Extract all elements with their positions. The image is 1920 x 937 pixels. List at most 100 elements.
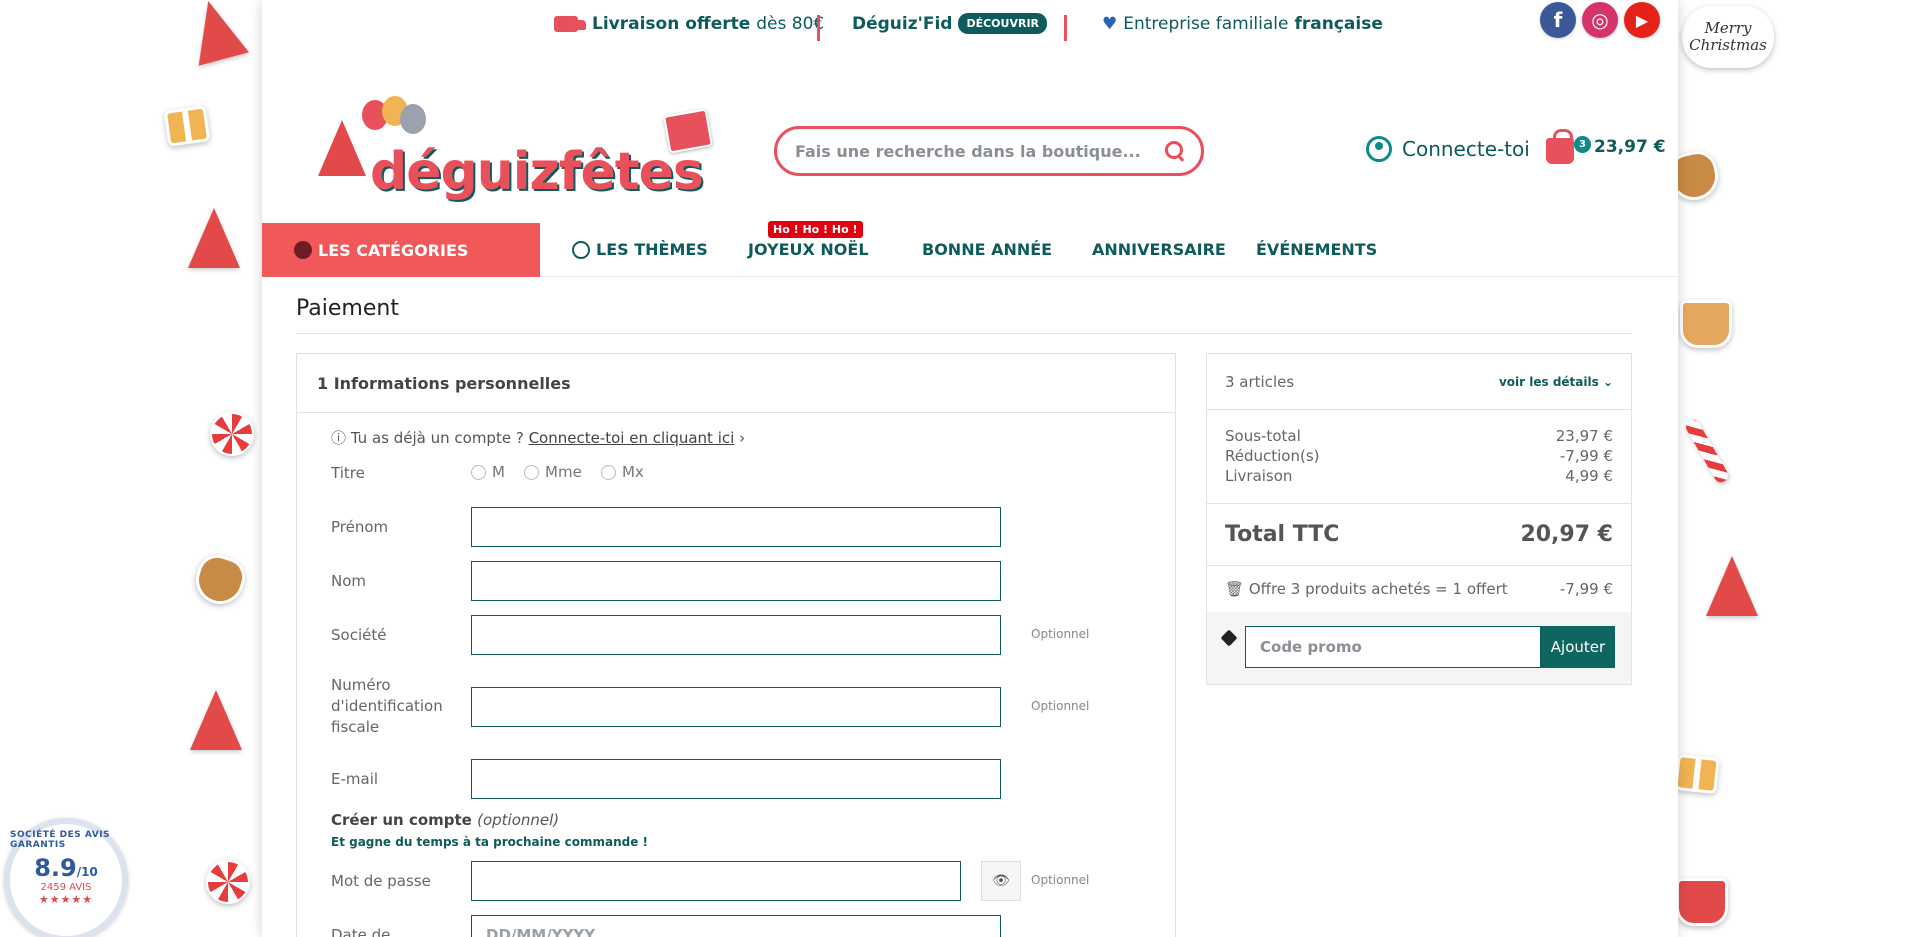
nav-item-christmas[interactable]: JOYEUX NOËL bbox=[748, 240, 869, 259]
promo-code-input[interactable] bbox=[1246, 627, 1540, 667]
summary-offer: 🗑 Offre 3 produits achetés = 1 offert -7… bbox=[1207, 566, 1631, 612]
order-summary: 3 articles voir les détails ⌄ Sous-total… bbox=[1206, 353, 1632, 685]
nav-label: JOYEUX NOËL bbox=[748, 240, 869, 259]
logo-text: déguizfêtes bbox=[370, 142, 704, 202]
gnome-sticker bbox=[188, 208, 240, 268]
tax-id-input[interactable] bbox=[472, 688, 1000, 726]
merry-christmas-sticker: Merry Christmas bbox=[1682, 6, 1774, 68]
password-input[interactable] bbox=[472, 862, 960, 900]
add-promo-button[interactable]: Ajouter bbox=[1541, 626, 1615, 668]
login-link[interactable]: Connecte-toi bbox=[1366, 136, 1530, 162]
tax-id-field[interactable] bbox=[471, 687, 1001, 727]
heart-icon: ♥ bbox=[1102, 14, 1118, 34]
title-row: Titre M Mme Mx bbox=[331, 463, 1151, 487]
family-bold: française bbox=[1294, 14, 1383, 34]
radio-label: Mx bbox=[621, 463, 644, 481]
cart-button[interactable]: 3 23,97 € bbox=[1546, 129, 1666, 164]
chevron-right-icon: › bbox=[739, 429, 746, 447]
password-row: Mot de passe 👁 Optionnel bbox=[331, 861, 1151, 901]
summary-articles: 3 articles voir les détails ⌄ bbox=[1207, 354, 1631, 410]
password-field[interactable] bbox=[471, 861, 961, 901]
site-logo[interactable]: déguizfêtes bbox=[310, 96, 716, 206]
trash-icon[interactable]: 🗑 bbox=[1225, 580, 1244, 598]
title-radio-m[interactable]: M bbox=[471, 463, 505, 481]
title-radio-mx[interactable]: Mx bbox=[600, 463, 644, 481]
candy-cane-sticker bbox=[1683, 417, 1731, 485]
offer-line: 🗑 Offre 3 produits achetés = 1 offert -7… bbox=[1225, 579, 1613, 599]
family-company-banner: ♥ Entreprise familiale française bbox=[1102, 14, 1383, 34]
summary-amounts: Sous-total 23,97 € Réduction(s) -7,99 € Li… bbox=[1207, 410, 1631, 504]
create-account-label: Créer un compte bbox=[331, 811, 472, 829]
radio-dot[interactable] bbox=[600, 464, 616, 480]
facebook-icon[interactable]: f bbox=[1540, 2, 1576, 38]
radio-dot[interactable] bbox=[524, 464, 540, 480]
free-delivery-banner[interactable]: Livraison offerte dès 80€ bbox=[554, 14, 824, 34]
nav-label: BONNE ANNÉE bbox=[922, 240, 1053, 259]
subtotal-label: Sous-total bbox=[1225, 427, 1301, 445]
articles-count: 3 articles bbox=[1225, 372, 1295, 391]
radio-dot[interactable] bbox=[471, 464, 486, 480]
show-password-icon[interactable]: 👁 bbox=[981, 861, 1021, 901]
gift-sticker bbox=[163, 105, 211, 147]
login-link-inline[interactable]: Connecte-toi en cliquant ici bbox=[529, 429, 735, 447]
birthdate-field[interactable] bbox=[471, 915, 1001, 937]
search-input[interactable] bbox=[795, 141, 1165, 161]
cocoa-mug-sticker bbox=[1676, 878, 1728, 926]
radio-label: M bbox=[492, 463, 505, 481]
tag-icon bbox=[1220, 629, 1238, 647]
search-icon[interactable] bbox=[1165, 141, 1185, 161]
email-input[interactable] bbox=[472, 760, 1000, 798]
user-icon bbox=[1366, 136, 1392, 162]
rating-label: SOCIÉTÉ DES AVIS GARANTIS bbox=[10, 830, 111, 850]
email-field[interactable] bbox=[471, 759, 1001, 799]
create-account-optional: (optionnel) bbox=[477, 811, 560, 829]
nav-item-themes[interactable]: LES THÈMES bbox=[572, 240, 708, 259]
categories-menu-button[interactable]: LES CATÉGORIES bbox=[262, 223, 540, 277]
first-name-field[interactable] bbox=[471, 507, 1001, 547]
instagram-icon[interactable]: ◎ bbox=[1582, 2, 1618, 38]
birthdate-label: Date de bbox=[331, 926, 391, 937]
last-name-label: Nom bbox=[331, 572, 367, 590]
summary-total: Total TTC 20,97 € bbox=[1207, 504, 1631, 566]
nav-item-birthday[interactable]: ANNIVERSAIRE bbox=[1092, 240, 1226, 259]
gingerbread-star-sticker bbox=[189, 549, 251, 611]
offer-label: 🗑 Offre 3 produits achetés = 1 offert bbox=[1225, 579, 1508, 599]
loyalty-program[interactable]: Déguiz'Fid DÉCOUVRIR bbox=[852, 13, 1048, 34]
shipping-label: Livraison bbox=[1225, 467, 1293, 485]
divider bbox=[1064, 15, 1067, 41]
rating-stars-icon: ★★★★★ bbox=[38, 893, 94, 906]
nav-item-new-year[interactable]: BONNE ANNÉE bbox=[922, 240, 1052, 259]
company-field[interactable] bbox=[471, 615, 1001, 655]
view-details-link[interactable]: voir les détails ⌄ bbox=[1499, 375, 1613, 389]
optional-label: Optionnel bbox=[1031, 873, 1090, 887]
cart-count-badge: 3 bbox=[1574, 136, 1591, 153]
birthdate-input[interactable] bbox=[472, 916, 1000, 937]
promo-code-field[interactable] bbox=[1245, 626, 1541, 668]
search-bar[interactable] bbox=[774, 126, 1204, 176]
top-bar: Livraison offerte dès 80€ Déguiz'Fid DÉC… bbox=[262, 0, 1678, 54]
nav-item-events[interactable]: ÉVÉNEMENTS bbox=[1256, 240, 1377, 259]
reviews-rating-badge[interactable]: SOCIÉTÉ DES AVIS GARANTIS 8.9/10 2459 AV… bbox=[4, 818, 128, 937]
last-name-field[interactable] bbox=[471, 561, 1001, 601]
last-name-row: Nom bbox=[331, 561, 1151, 601]
last-name-input[interactable] bbox=[472, 562, 1000, 600]
reduction-value: -7,99 € bbox=[1559, 447, 1613, 465]
subtotal-line: Sous-total 23,97 € bbox=[1225, 426, 1613, 446]
youtube-icon[interactable]: ▶ bbox=[1624, 2, 1660, 38]
first-name-row: Prénom bbox=[331, 507, 1151, 547]
cocoa-cup-sticker bbox=[1680, 300, 1732, 348]
radio-label: Mme bbox=[545, 463, 582, 481]
title-radio-mme[interactable]: Mme bbox=[524, 463, 582, 481]
personal-info-section: 1 Informations personnelles ⓘ Tu as déjà… bbox=[296, 353, 1176, 937]
company-input[interactable] bbox=[472, 616, 1000, 654]
first-name-label: Prénom bbox=[331, 518, 389, 536]
discover-button[interactable]: DÉCOUVRIR bbox=[958, 13, 1048, 34]
first-name-input[interactable] bbox=[472, 508, 1000, 546]
shipping-value: 4,99 € bbox=[1565, 467, 1613, 485]
lollipop-sticker bbox=[206, 860, 250, 904]
cart-total: 23,97 € bbox=[1594, 137, 1666, 157]
gift-icon bbox=[663, 108, 713, 154]
company-label: Société bbox=[331, 626, 387, 644]
delivery-rest: dès 80€ bbox=[756, 14, 825, 34]
password-label: Mot de passe bbox=[331, 872, 431, 890]
